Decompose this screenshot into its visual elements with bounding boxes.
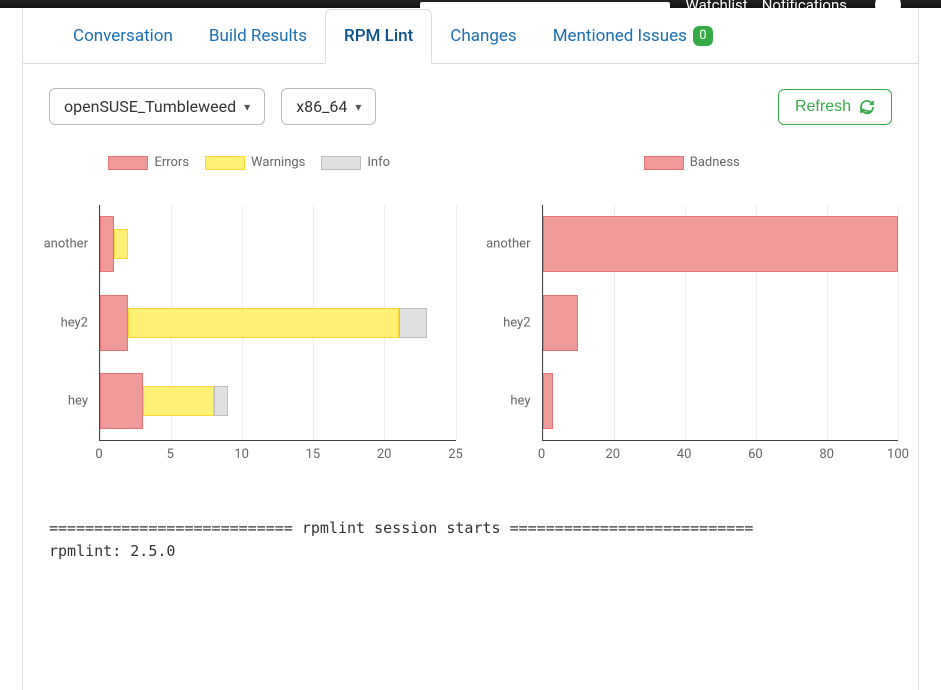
tab-conversation[interactable]: Conversation [55,8,191,63]
arch-select[interactable]: x86_64 ▾ [281,88,376,125]
chart-segment [543,373,554,429]
chart-segment [543,216,899,272]
chart-bar-row [543,216,899,272]
lint-chart-xaxis: 0510152025 [99,441,456,467]
lint-chart-plot: anotherhey2hey [99,205,456,441]
log-line: rpmlint: 2.5.0 [49,542,175,560]
chart-segment [100,216,114,272]
chart-segment [128,308,398,338]
arch-select-value: x86_64 [296,97,347,116]
badness-chart: Badness anotherhey2hey 020406080100 [486,205,899,467]
chart-ylabel: another [44,237,100,252]
tabs-bar: Conversation Build Results RPM Lint Chan… [23,8,918,64]
swatch-warnings [205,156,245,170]
refresh-icon [859,99,875,115]
lint-chart-legend: Errors Warnings Info [43,155,456,170]
chart-segment [543,295,579,351]
chart-ylabel: another [486,237,542,252]
tab-changes[interactable]: Changes [432,8,534,63]
log-line: =========================== rpmlint sess… [49,519,753,537]
distro-select-value: openSUSE_Tumbleweed [64,97,236,116]
chevron-down-icon: ▾ [244,100,250,114]
chart-ylabel: hey2 [503,315,542,330]
lint-stacked-chart: Errors Warnings Info anotherhey2hey 0510… [43,205,456,467]
tab-mentioned-issues[interactable]: Mentioned Issues 0 [535,8,731,63]
tab-rpm-lint[interactable]: RPM Lint [325,9,432,64]
chart-segment [100,373,143,429]
chevron-down-icon: ▾ [355,100,361,114]
chart-segment [114,229,128,259]
distro-select[interactable]: openSUSE_Tumbleweed ▾ [49,88,265,125]
chart-segment [143,386,214,416]
badness-chart-plot: anotherhey2hey [542,205,899,441]
chart-ylabel: hey2 [61,315,100,330]
filter-toolbar: openSUSE_Tumbleweed ▾ x86_64 ▾ Refresh [23,64,918,125]
chart-bar-row [100,373,456,429]
chart-segment [100,295,128,351]
chart-bar-row [543,373,899,429]
legend-errors[interactable]: Errors [108,155,189,170]
chart-ylabel: hey [510,393,542,408]
badness-chart-xaxis: 020406080100 [542,441,899,467]
legend-warnings[interactable]: Warnings [205,155,305,170]
chart-segment [214,386,228,416]
tab-mentioned-issues-label: Mentioned Issues [553,26,687,46]
swatch-errors [108,156,148,170]
chart-bar-row [100,216,456,272]
swatch-info [321,156,361,170]
mentioned-issues-badge: 0 [693,26,713,46]
refresh-button[interactable]: Refresh [778,89,892,125]
legend-badness[interactable]: Badness [644,155,740,170]
chart-segment [399,308,427,338]
badness-chart-legend: Badness [486,155,899,170]
tab-build-results[interactable]: Build Results [191,8,325,63]
chart-bar-row [543,295,899,351]
chart-ylabel: hey [68,393,100,408]
legend-info[interactable]: Info [321,155,390,170]
refresh-button-label: Refresh [795,98,851,116]
swatch-badness [644,156,684,170]
chart-bar-row [100,295,456,351]
rpmlint-log: =========================== rpmlint sess… [23,497,918,562]
